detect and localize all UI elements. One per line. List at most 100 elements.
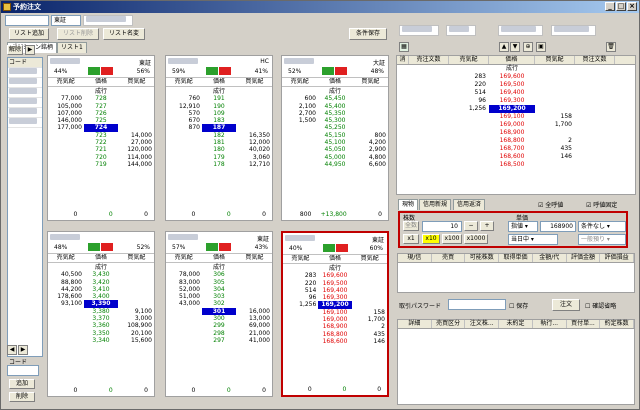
- price-type-select[interactable]: 指値 ▾: [508, 221, 538, 232]
- board-row[interactable]: 719 144,000: [48, 161, 154, 168]
- all-tick-checkbox[interactable]: ☑ 全呼値: [538, 200, 563, 209]
- password-input[interactable]: [448, 299, 506, 310]
- x10-button[interactable]: x10: [422, 234, 440, 244]
- board-row[interactable]: 178,600 3,400: [48, 293, 154, 300]
- trash-icon[interactable]: 🗑: [606, 42, 616, 52]
- book-row[interactable]: 169,000 1,700: [397, 121, 635, 129]
- arrow-right-icon[interactable]: ▶: [18, 345, 28, 355]
- board-row[interactable]: 760 191: [166, 95, 272, 102]
- board-row[interactable]: 720 114,000: [48, 154, 154, 161]
- book-row[interactable]: 168,500: [397, 161, 635, 169]
- save-conditions-button[interactable]: 条件保存: [349, 28, 387, 40]
- add-button[interactable]: 追加: [9, 379, 35, 389]
- board-row[interactable]: 88,800 3,420: [48, 279, 154, 286]
- board-row[interactable]: 成行: [166, 264, 272, 271]
- board-row[interactable]: 299 69,000: [166, 322, 272, 329]
- stock-board-panel[interactable]: 東証 44% 56% 売気配 価格 買気配 成行 77,000 728 105,000 727 107…: [47, 55, 155, 221]
- board-row[interactable]: 96 169,300: [283, 294, 387, 301]
- sell-button[interactable]: [336, 244, 348, 252]
- code-entry-input[interactable]: [7, 365, 39, 376]
- stock-board-panel[interactable]: 東証 57% 43% 売気配 価格 買気配 成行 78,000 306 83,000 305 52,0…: [165, 231, 273, 397]
- x1-button[interactable]: x1: [403, 234, 419, 244]
- grid-icon[interactable]: ▦: [399, 42, 409, 52]
- board-row[interactable]: 45,000 4,800: [282, 154, 388, 161]
- buy-button[interactable]: [88, 243, 100, 251]
- x1000-button[interactable]: x1000: [464, 234, 488, 244]
- price-input[interactable]: 168900: [540, 221, 576, 232]
- book-row[interactable]: 169,100 158: [397, 113, 635, 121]
- list-item[interactable]: [8, 78, 42, 88]
- board-row[interactable]: 301 16,000: [166, 307, 272, 316]
- board-row[interactable]: 45,150 800: [282, 132, 388, 139]
- tab-margin-new[interactable]: 信用新規: [419, 199, 452, 210]
- market-select[interactable]: 東証: [51, 15, 81, 26]
- board-row[interactable]: 107,000 726: [48, 110, 154, 117]
- board-row[interactable]: 182 16,350: [166, 132, 272, 139]
- tab-margin-close[interactable]: 信用返済: [453, 199, 486, 210]
- board-row[interactable]: 1,256 169,200: [283, 301, 387, 309]
- qty-minus-button[interactable]: −: [464, 221, 478, 231]
- board-row[interactable]: 300 13,000: [166, 315, 272, 322]
- book-row[interactable]: 283 169,600: [397, 73, 635, 81]
- sell-button[interactable]: [219, 67, 231, 75]
- buy-button[interactable]: [88, 67, 100, 75]
- rename-list-button[interactable]: リスト名変: [103, 28, 145, 40]
- stock-board-panel[interactable]: 東証 40% 60% 売気配 価格 買気配 成行 283 169,600 220 169,500 51…: [281, 231, 389, 397]
- board-row[interactable]: 570 109: [166, 110, 272, 117]
- board-row[interactable]: 168,900 2: [283, 323, 387, 330]
- board-row[interactable]: 45,100 4,200: [282, 139, 388, 146]
- close-button[interactable]: ×: [627, 2, 637, 11]
- code-input[interactable]: [5, 15, 49, 26]
- board-row[interactable]: 180 40,020: [166, 146, 272, 153]
- board-row[interactable]: 成行: [283, 265, 387, 272]
- fixed-tick-checkbox[interactable]: ☑ 呼値固定: [586, 200, 617, 209]
- buy-button[interactable]: [323, 244, 335, 252]
- board-row[interactable]: 77,000 728: [48, 95, 154, 102]
- save-password-checkbox[interactable]: ☐ 保存: [509, 301, 528, 310]
- list-item[interactable]: [8, 118, 42, 128]
- book-row[interactable]: 168,700 435: [397, 145, 635, 153]
- board-row[interactable]: 722 27,000: [48, 139, 154, 146]
- board-row[interactable]: 1,500 45,300: [282, 117, 388, 124]
- buy-button[interactable]: [206, 243, 218, 251]
- board-row[interactable]: 721 120,000: [48, 146, 154, 153]
- board-row[interactable]: 169,000 1,700: [283, 316, 387, 323]
- board-row[interactable]: 52,000 304: [166, 286, 272, 293]
- sell-button[interactable]: [335, 67, 347, 75]
- board-row[interactable]: 220 169,500: [283, 280, 387, 287]
- board-row[interactable]: 283 169,600: [283, 272, 387, 279]
- book-row[interactable]: 168,600 146: [397, 153, 635, 161]
- sell-button[interactable]: [219, 243, 231, 251]
- board-row[interactable]: 成行: [282, 88, 388, 95]
- book-row[interactable]: 1,256 169,200: [397, 105, 635, 113]
- board-row[interactable]: 40,500 3,430: [48, 271, 154, 278]
- sell-button[interactable]: [101, 67, 113, 75]
- qty-plus-button[interactable]: +: [480, 221, 494, 231]
- release-button[interactable]: 解除: [7, 45, 23, 55]
- book-row[interactable]: 168,900: [397, 129, 635, 137]
- board-row[interactable]: 3,360 108,900: [48, 322, 154, 329]
- board-row[interactable]: 3,370 3,000: [48, 315, 154, 322]
- board-row[interactable]: 169,100 158: [283, 309, 387, 316]
- board-row[interactable]: 179 3,060: [166, 154, 272, 161]
- book-row[interactable]: 成行: [397, 65, 635, 73]
- board-row[interactable]: 45,050 2,900: [282, 146, 388, 153]
- board-row[interactable]: 298 21,000: [166, 330, 272, 337]
- board-row[interactable]: 93,100 3,390: [48, 300, 154, 308]
- stock-board-panel[interactable]: HC 59% 41% 売気配 価格 買気配 成行 760 191 12,910 190 570 109 6…: [165, 55, 273, 221]
- board-row[interactable]: 168,800 435: [283, 331, 387, 338]
- board-row[interactable]: 43,000 302: [166, 300, 272, 307]
- list-item[interactable]: [8, 108, 42, 118]
- arrow-right-icon[interactable]: ▶: [25, 45, 35, 55]
- board-row[interactable]: 297 41,000: [166, 337, 272, 344]
- tab-list1[interactable]: リスト1: [57, 42, 87, 53]
- add-list-button[interactable]: リスト追加: [9, 28, 49, 40]
- board-row[interactable]: 177,000 724: [48, 124, 154, 132]
- board-row[interactable]: 181 12,000: [166, 139, 272, 146]
- board-row[interactable]: 83,000 305: [166, 279, 272, 286]
- delete-list-button[interactable]: リスト削除: [57, 28, 99, 40]
- board-row[interactable]: 2,100 45,400: [282, 103, 388, 110]
- board-row[interactable]: 600 45,450: [282, 95, 388, 102]
- board-row[interactable]: 670 183: [166, 117, 272, 124]
- maximize-button[interactable]: □: [616, 2, 626, 11]
